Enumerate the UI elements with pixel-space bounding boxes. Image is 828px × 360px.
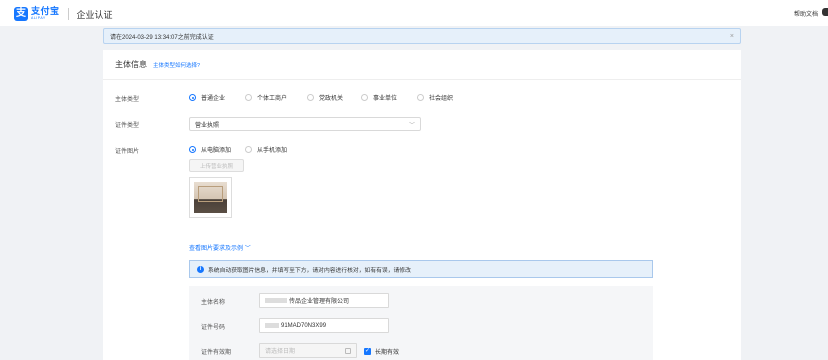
radio-entity-government[interactable]: 党政机关 bbox=[307, 93, 343, 102]
user-avatar-icon[interactable] bbox=[822, 8, 828, 16]
chevron-down-icon: ﹀ bbox=[244, 246, 251, 252]
entity-info-card: 主体信息 主体类型如何选择? 主体类型 普通企业 个体工商户 党政机关 事业单位… bbox=[103, 50, 741, 360]
cert-type-select[interactable]: 营业执照 ﹀ bbox=[189, 117, 421, 131]
radio-unselected-icon bbox=[245, 146, 252, 153]
notice-text: 请在2024-03-29 13:34:07之前完成认证 bbox=[110, 34, 214, 41]
long-term-checkbox[interactable]: ✓ 长期有效 bbox=[364, 347, 399, 356]
info-text: 系统自动获取图片信息，并填写至下方，请对内容进行核对，如有有误，请修改 bbox=[208, 267, 411, 274]
redacted-text bbox=[265, 298, 287, 303]
cert-image-label: 证件图片 bbox=[115, 149, 140, 155]
radio-upload-phone[interactable]: 从手机添加 bbox=[245, 145, 287, 154]
radio-entity-individual[interactable]: 个体工商户 bbox=[245, 93, 287, 102]
image-requirements-label: 查看图片要求及示例 bbox=[189, 246, 244, 252]
validity-date-input[interactable]: 请选择日期 bbox=[259, 343, 357, 358]
deadline-notice: 请在2024-03-29 13:34:07之前完成认证 × bbox=[103, 28, 741, 44]
image-requirements-link[interactable]: 查看图片要求及示例 ﹀ bbox=[189, 243, 251, 252]
radio-selected-icon bbox=[189, 94, 196, 101]
checkbox-checked-icon: ✓ bbox=[364, 348, 371, 355]
chevron-down-icon: ﹀ bbox=[408, 122, 415, 129]
radio-label: 从电脑添加 bbox=[201, 148, 232, 154]
close-icon[interactable]: × bbox=[730, 33, 734, 40]
entity-name-value: 传品企业管理有限公司 bbox=[289, 299, 350, 305]
radio-unselected-icon bbox=[417, 94, 424, 101]
radio-label: 个体工商户 bbox=[257, 96, 288, 102]
alipay-logo-icon: 支 bbox=[14, 7, 28, 21]
auto-fill-info: i 系统自动获取图片信息，并填写至下方，请对内容进行核对，如有有误，请修改 bbox=[189, 260, 653, 278]
alipay-logo[interactable]: 支 支付宝 ALIPAY 企业认证 bbox=[14, 7, 113, 21]
radio-selected-icon bbox=[189, 146, 196, 153]
radio-entity-social-org[interactable]: 社会组织 bbox=[417, 93, 453, 102]
radio-entity-institution[interactable]: 事业单位 bbox=[361, 93, 397, 102]
upload-license-button[interactable]: 上传营业执照 bbox=[189, 159, 244, 172]
radio-label: 党政机关 bbox=[319, 96, 344, 102]
entity-name-input[interactable]: 传品企业管理有限公司 bbox=[259, 293, 389, 308]
entity-type-label: 主体类型 bbox=[115, 97, 140, 103]
radio-unselected-icon bbox=[361, 94, 368, 101]
recognized-details-panel: 主体名称 传品企业管理有限公司 证件号码 91MAD70N3X99 证件有效期 … bbox=[189, 286, 653, 360]
card-header: 主体信息 主体类型如何选择? bbox=[103, 50, 741, 80]
entity-name-label: 主体名称 bbox=[201, 300, 226, 306]
page-title: 企业认证 bbox=[76, 9, 113, 20]
radio-label: 普通企业 bbox=[201, 96, 226, 102]
validity-placeholder: 请选择日期 bbox=[265, 349, 296, 355]
cert-type-label: 证件类型 bbox=[115, 123, 140, 129]
logo-text-en: ALIPAY bbox=[31, 16, 46, 21]
logo-text: 支付宝 ALIPAY bbox=[31, 7, 60, 21]
radio-upload-computer[interactable]: 从电脑添加 bbox=[189, 145, 231, 154]
radio-unselected-icon bbox=[245, 94, 252, 101]
calendar-icon bbox=[345, 347, 351, 354]
long-term-label: 长期有效 bbox=[375, 350, 400, 356]
license-thumbnail[interactable] bbox=[189, 177, 232, 218]
logo-text-cn: 支付宝 bbox=[31, 6, 60, 17]
top-bar: 支 支付宝 ALIPAY 企业认证 帮助文档 bbox=[0, 0, 828, 26]
cert-number-value: 91MAD70N3X99 bbox=[281, 322, 327, 329]
cert-number-input[interactable]: 91MAD70N3X99 bbox=[259, 318, 389, 333]
radio-label: 事业单位 bbox=[373, 96, 398, 102]
cert-number-label: 证件号码 bbox=[201, 325, 226, 331]
cert-type-value: 营业执照 bbox=[195, 122, 220, 129]
help-docs-link[interactable]: 帮助文档 bbox=[794, 9, 818, 18]
section-title: 主体信息 bbox=[115, 60, 147, 69]
logo-divider bbox=[67, 8, 69, 20]
redacted-text bbox=[265, 323, 279, 328]
entity-type-help-link[interactable]: 主体类型如何选择? bbox=[153, 61, 200, 69]
radio-unselected-icon bbox=[307, 94, 314, 101]
radio-entity-ordinary[interactable]: 普通企业 bbox=[189, 93, 225, 102]
license-image bbox=[194, 182, 227, 213]
info-icon: i bbox=[197, 265, 204, 273]
radio-label: 社会组织 bbox=[429, 96, 454, 102]
radio-label: 从手机添加 bbox=[257, 148, 288, 154]
validity-label: 证件有效期 bbox=[201, 350, 232, 356]
